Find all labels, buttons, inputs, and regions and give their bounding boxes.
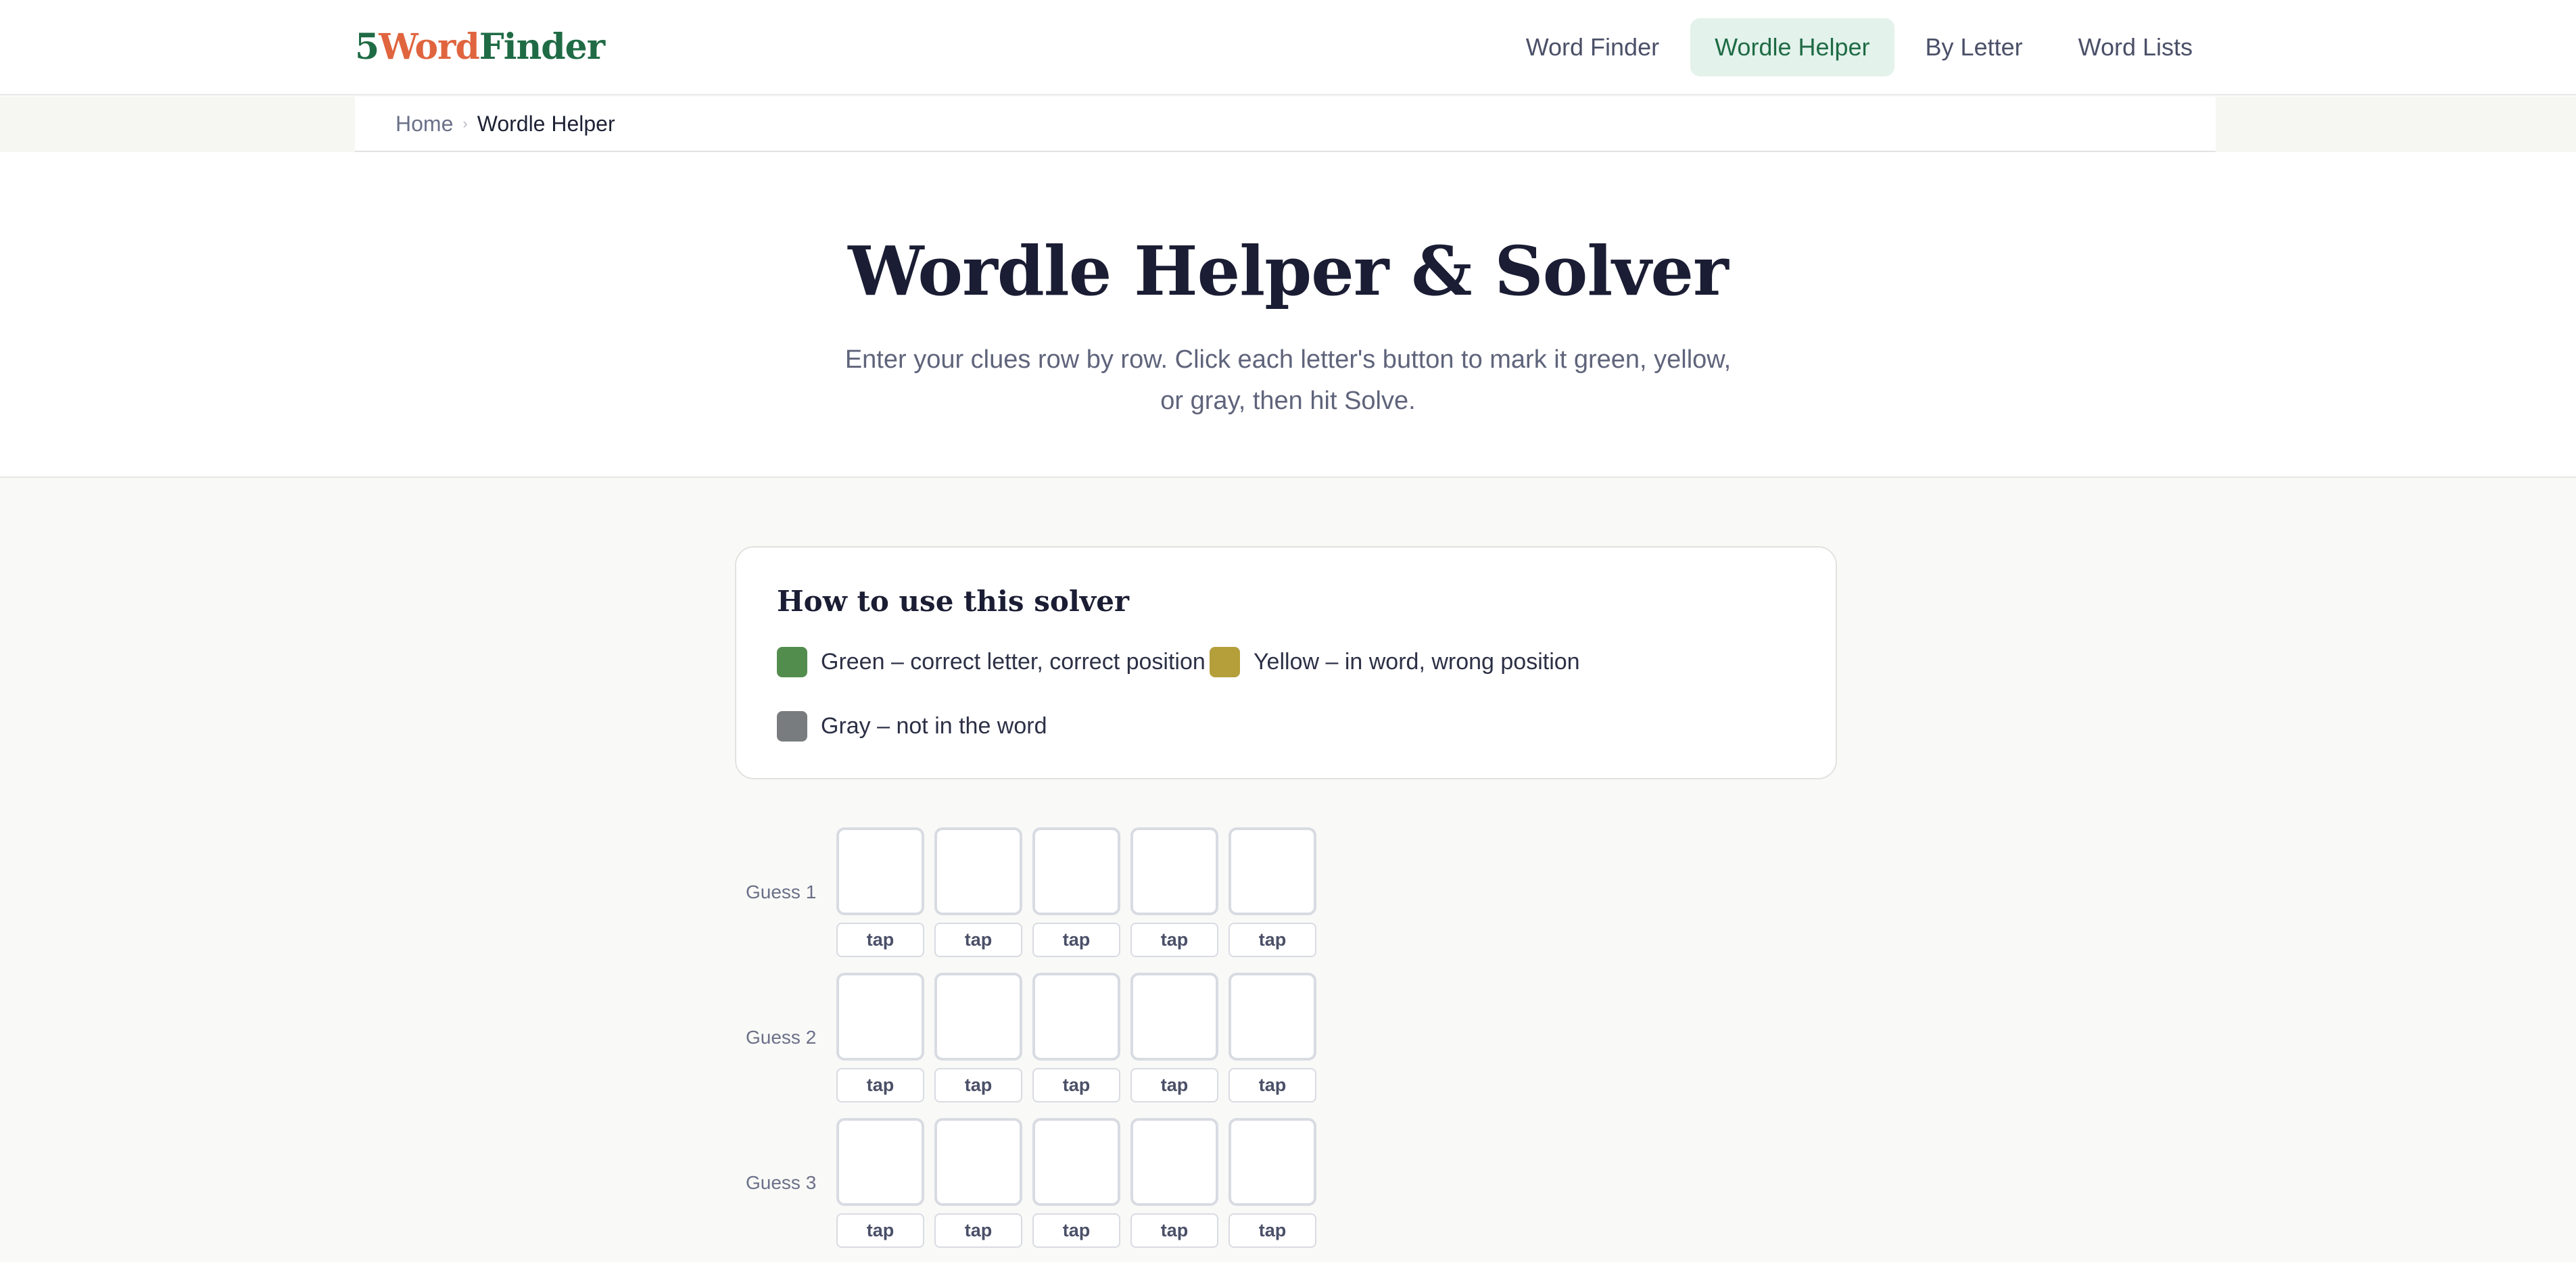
- tap-button[interactable]: tap: [1032, 1068, 1120, 1102]
- tap-button[interactable]: tap: [934, 1213, 1022, 1248]
- page-title: Wordle Helper & Solver: [848, 231, 1728, 311]
- breadcrumb: Home › Wordle Helper: [355, 97, 2216, 152]
- guess-label: Guess 1: [746, 881, 817, 902]
- legend-yellow: Yellow – in word, wrong position: [1210, 647, 1580, 677]
- tap-button[interactable]: tap: [1229, 1068, 1316, 1102]
- tap-button[interactable]: tap: [836, 923, 924, 957]
- letter-tile[interactable]: [836, 1118, 924, 1206]
- letter-tile[interactable]: [1229, 973, 1316, 1061]
- letter-tile[interactable]: [1130, 827, 1218, 915]
- nav-by-letter[interactable]: By Letter: [1901, 18, 2047, 76]
- legend-green-label: Green – correct letter, correct position: [821, 649, 1206, 675]
- guess-label: Guess 2: [746, 1027, 817, 1048]
- letter-tile[interactable]: [1032, 827, 1120, 915]
- main-nav: Word Finder Wordle Helper By Letter Word…: [1502, 18, 2217, 76]
- tap-button[interactable]: tap: [1130, 1068, 1218, 1102]
- nav-wordle-helper[interactable]: Wordle Helper: [1690, 18, 1894, 76]
- tap-button[interactable]: tap: [1229, 923, 1316, 957]
- tap-button[interactable]: tap: [836, 1213, 924, 1248]
- letter-tile[interactable]: [1032, 1118, 1120, 1206]
- letter-tile[interactable]: [934, 827, 1022, 915]
- green-swatch: [777, 647, 807, 677]
- nav-word-finder[interactable]: Word Finder: [1502, 18, 1684, 76]
- breadcrumb-current: Wordle Helper: [477, 111, 615, 136]
- letter-tile[interactable]: [836, 827, 924, 915]
- letter-tile[interactable]: [934, 1118, 1022, 1206]
- breadcrumb-separator: ›: [462, 115, 468, 132]
- hero-section: Wordle Helper & Solver Enter your clues …: [0, 152, 2576, 478]
- tap-button[interactable]: tap: [1130, 1213, 1218, 1248]
- legend-gray-label: Gray – not in the word: [821, 713, 1047, 739]
- breadcrumb-band: Home › Wordle Helper: [0, 97, 2576, 152]
- letter-tile[interactable]: [836, 973, 924, 1061]
- guess-label: Guess 3: [746, 1172, 817, 1193]
- logo-word: Word: [379, 26, 480, 68]
- letter-tile[interactable]: [1229, 827, 1316, 915]
- letter-tile[interactable]: [1229, 1118, 1316, 1206]
- tap-button[interactable]: tap: [1032, 1213, 1120, 1248]
- letter-tile[interactable]: [1130, 973, 1218, 1061]
- tap-button[interactable]: tap: [1032, 923, 1120, 957]
- howto-card: How to use this solver Green – correct l…: [735, 546, 1837, 779]
- tap-button[interactable]: tap: [934, 923, 1022, 957]
- letter-tile[interactable]: [1032, 973, 1120, 1061]
- tap-button[interactable]: tap: [1130, 923, 1218, 957]
- logo-finder: Finder: [479, 26, 605, 68]
- legend-gray: Gray – not in the word: [777, 711, 1047, 742]
- legend-yellow-label: Yellow – in word, wrong position: [1254, 649, 1580, 675]
- logo-number: 5: [355, 26, 379, 68]
- site-header: 5WordFinder Word Finder Wordle Helper By…: [0, 0, 2576, 95]
- tap-button[interactable]: tap: [934, 1068, 1022, 1102]
- howto-title: How to use this solver: [777, 585, 1130, 618]
- breadcrumb-home-link[interactable]: Home: [396, 112, 453, 137]
- nav-word-lists[interactable]: Word Lists: [2054, 18, 2217, 76]
- gray-swatch: [777, 711, 807, 742]
- site-logo[interactable]: 5WordFinder: [355, 26, 605, 69]
- letter-tile[interactable]: [934, 973, 1022, 1061]
- legend-green: Green – correct letter, correct position: [777, 647, 1206, 677]
- tap-button[interactable]: tap: [1229, 1213, 1316, 1248]
- yellow-swatch: [1210, 647, 1240, 677]
- letter-tile[interactable]: [1130, 1118, 1218, 1206]
- tap-button[interactable]: tap: [836, 1068, 924, 1102]
- page-subtitle: Enter your clues row by row. Click each …: [844, 345, 1732, 415]
